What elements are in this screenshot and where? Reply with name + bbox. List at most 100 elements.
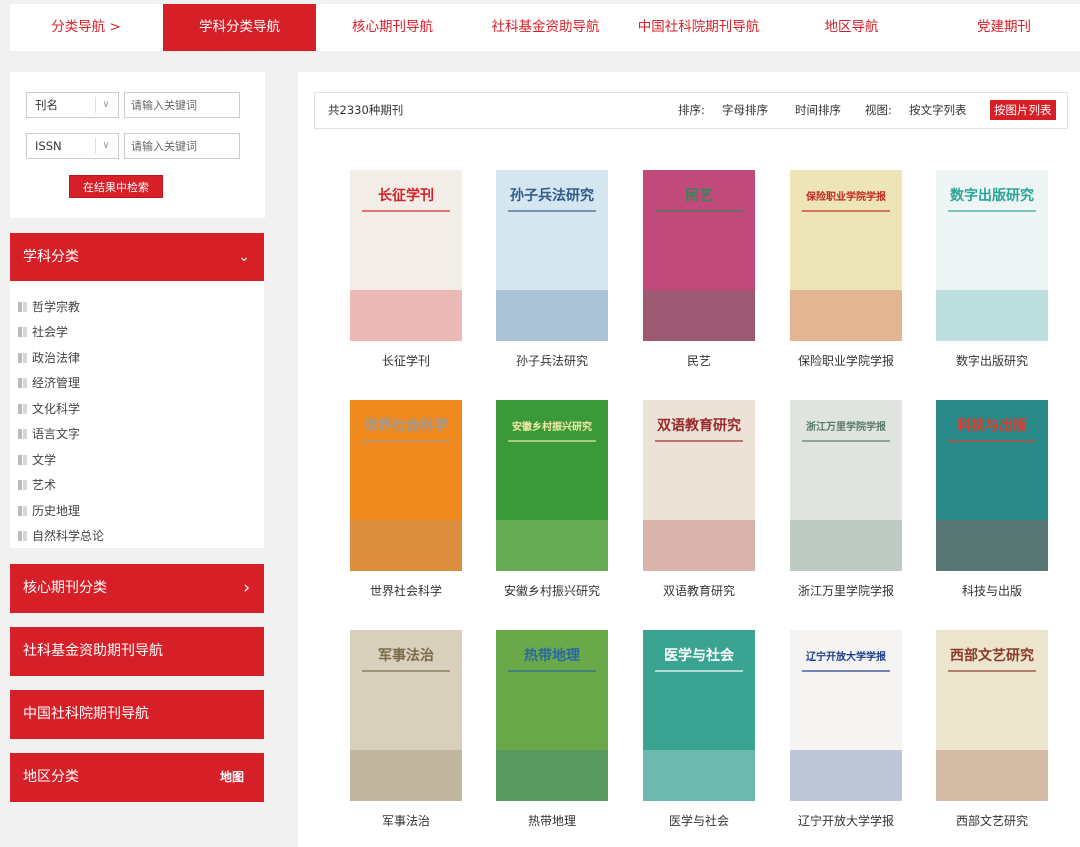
journal-cover-image[interactable]: 科技与出版 <box>936 400 1048 571</box>
category-item[interactable]: 文学 <box>18 450 56 470</box>
select-divider <box>95 138 96 154</box>
svg-text:世界社会科学: 世界社会科学 <box>364 417 448 434</box>
journal-name-link[interactable]: 数字出版研究 <box>917 352 1067 369</box>
category-item[interactable]: 哲学宗教 <box>18 297 80 317</box>
category-item[interactable]: 自然科学总论 <box>18 526 104 546</box>
core-category-header[interactable]: 核心期刊分类 › <box>10 564 264 613</box>
journal-name-link[interactable]: 孙子兵法研究 <box>477 352 627 369</box>
chevron-down-icon: ⌄ <box>238 249 250 265</box>
journal-cover-image[interactable]: 热带地理 <box>496 630 608 801</box>
cass-journals-header[interactable]: 中国社科院期刊导航 <box>10 690 264 739</box>
region-category-title: 地区分类 <box>23 769 79 785</box>
book-icon <box>18 480 28 490</box>
journal-name-link[interactable]: 军事法治 <box>331 812 481 829</box>
nav-party[interactable]: 党建期刊 <box>928 4 1080 51</box>
map-link[interactable]: 地图 <box>220 753 244 802</box>
subject-category-title: 学科分类 <box>23 249 79 265</box>
subject-category-list: 哲学宗教 社会学 政治法律 经济管理 文化科学 语言文字 文学 艺术 历史地理 … <box>10 281 264 548</box>
sort-letter-link[interactable]: 字母排序 <box>722 93 768 128</box>
journal-name-link[interactable]: 安徽乡村振兴研究 <box>477 582 627 599</box>
field-select-issn[interactable]: ISSN ∨ <box>26 133 119 159</box>
book-icon <box>18 506 28 516</box>
category-item[interactable]: 艺术 <box>18 475 56 495</box>
journal-name-link[interactable]: 保险职业学院学报 <box>771 352 921 369</box>
nav-cass[interactable]: 中国社科院期刊导航 <box>622 4 775 51</box>
journal-cover-image[interactable]: 长征学刊 <box>350 170 462 341</box>
nav-category[interactable]: 分类导航 > <box>10 4 162 51</box>
nav-core[interactable]: 核心期刊导航 <box>316 4 469 51</box>
book-icon <box>18 378 28 388</box>
svg-text:浙江万里学院学报: 浙江万里学院学报 <box>806 420 886 433</box>
field-select-title[interactable]: 刊名 ∨ <box>26 92 119 118</box>
fund-journals-header[interactable]: 社科基金资助期刊导航 <box>10 627 264 676</box>
journal-count: 共2330种期刊 <box>328 103 404 117</box>
journal-cover-image[interactable]: 孙子兵法研究 <box>496 170 608 341</box>
svg-text:长征学刊: 长征学刊 <box>378 187 434 204</box>
category-label: 经济管理 <box>32 376 81 390</box>
nav-subject[interactable]: 学科分类导航 <box>163 4 316 51</box>
svg-text:数字出版研究: 数字出版研究 <box>950 187 1034 204</box>
category-item[interactable]: 经济管理 <box>18 373 80 393</box>
journal-cover-image[interactable]: 浙江万里学院学报 <box>790 400 902 571</box>
category-item[interactable]: 政治法律 <box>18 348 80 368</box>
text-list-view-link[interactable]: 按文字列表 <box>909 93 967 128</box>
journal-cover-image[interactable]: 辽宁开放大学学报 <box>790 630 902 801</box>
svg-text:辽宁开放大学学报: 辽宁开放大学学报 <box>806 650 886 663</box>
region-category-header[interactable]: 地区分类 地图 <box>10 753 264 802</box>
chevron-right-icon: › <box>243 578 250 598</box>
book-icon <box>18 353 28 363</box>
svg-text:安徽乡村振兴研究: 安徽乡村振兴研究 <box>512 420 592 433</box>
search-in-results-button[interactable]: 在结果中检索 <box>69 175 163 198</box>
journal-name-link[interactable]: 双语教育研究 <box>624 582 774 599</box>
journal-cover-image[interactable]: 医学与社会 <box>643 630 755 801</box>
category-label: 文化科学 <box>32 402 81 416</box>
fund-journals-title: 社科基金资助期刊导航 <box>23 643 163 659</box>
journal-name-link[interactable]: 长征学刊 <box>331 352 481 369</box>
journal-name-link[interactable]: 医学与社会 <box>624 812 774 829</box>
sort-time-link[interactable]: 时间排序 <box>795 93 841 128</box>
nav-region[interactable]: 地区导航 <box>775 4 928 51</box>
svg-text:民艺: 民艺 <box>685 187 713 204</box>
category-item[interactable]: 文化科学 <box>18 399 80 419</box>
journal-cover-image[interactable]: 西部文艺研究 <box>936 630 1048 801</box>
category-label: 艺术 <box>32 478 57 492</box>
subject-category-header[interactable]: 学科分类 ⌄ <box>10 233 264 281</box>
nav-fund[interactable]: 社科基金资助导航 <box>469 4 622 51</box>
issn-keyword-input[interactable] <box>124 133 240 159</box>
journal-name-link[interactable]: 辽宁开放大学学报 <box>771 812 921 829</box>
book-icon <box>18 404 28 414</box>
book-icon <box>18 302 28 312</box>
journal-cover-image[interactable]: 军事法治 <box>350 630 462 801</box>
svg-text:保险职业学院学报: 保险职业学院学报 <box>805 190 886 203</box>
journal-name-link[interactable]: 民艺 <box>624 352 774 369</box>
journal-cover-image[interactable]: 安徽乡村振兴研究 <box>496 400 608 571</box>
svg-text:科技与出版: 科技与出版 <box>957 417 1027 434</box>
field-select-value: ISSN <box>35 139 62 153</box>
picture-list-view-button[interactable]: 按图片列表 <box>990 100 1056 120</box>
category-label: 自然科学总论 <box>32 529 105 543</box>
journal-cover-image[interactable]: 双语教育研究 <box>643 400 755 571</box>
journal-cover-image[interactable]: 民艺 <box>643 170 755 341</box>
book-icon <box>18 455 28 465</box>
category-label: 语言文字 <box>32 427 81 441</box>
category-item[interactable]: 历史地理 <box>18 501 80 521</box>
svg-text:医学与社会: 医学与社会 <box>664 647 735 664</box>
search-panel: 刊名 ∨ ISSN ∨ 在结果中检索 <box>10 72 265 218</box>
category-item[interactable]: 社会学 <box>18 322 68 342</box>
category-label: 文学 <box>32 453 57 467</box>
journal-cover-image[interactable]: 保险职业学院学报 <box>790 170 902 341</box>
journal-cover-image[interactable]: 数字出版研究 <box>936 170 1048 341</box>
journal-name-link[interactable]: 世界社会科学 <box>331 582 481 599</box>
category-item[interactable]: 语言文字 <box>18 424 80 444</box>
journal-name-link[interactable]: 热带地理 <box>477 812 627 829</box>
title-keyword-input[interactable] <box>124 92 240 118</box>
journal-name-link[interactable]: 科技与出版 <box>917 582 1067 599</box>
chevron-down-icon: ∨ <box>102 140 110 151</box>
category-label: 政治法律 <box>32 351 81 365</box>
journal-name-link[interactable]: 浙江万里学院学报 <box>771 582 921 599</box>
svg-text:热带地理: 热带地理 <box>524 647 580 664</box>
chevron-down-icon: ∨ <box>102 99 110 110</box>
list-toolbar: 共2330种期刊 排序: 字母排序 时间排序 视图: 按文字列表 按图片列表 <box>314 92 1068 129</box>
journal-cover-image[interactable]: 世界社会科学 <box>350 400 462 571</box>
journal-name-link[interactable]: 西部文艺研究 <box>917 812 1067 829</box>
